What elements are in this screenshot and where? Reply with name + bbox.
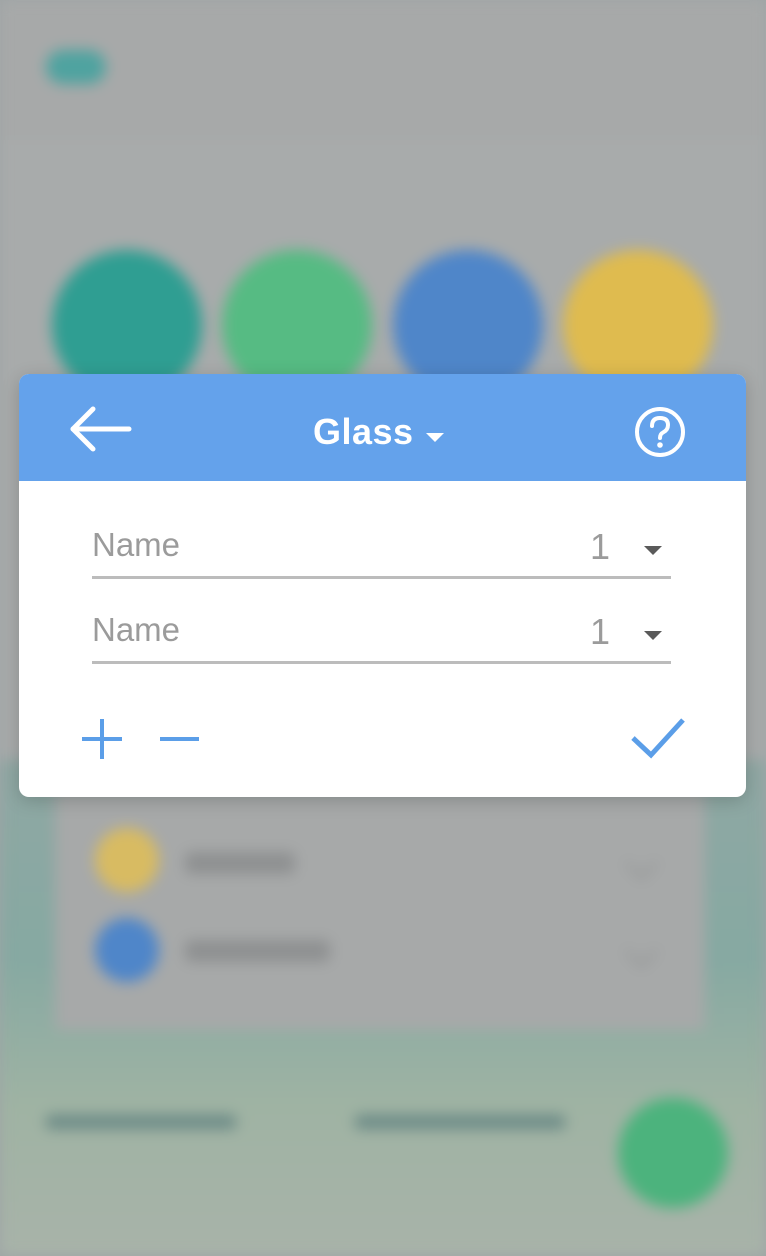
- question-circle-icon: [635, 407, 685, 457]
- caret-down-icon: [644, 546, 662, 555]
- background-stat-label: [46, 1115, 236, 1129]
- item-row: 1: [92, 609, 671, 664]
- caret-down-icon: [644, 631, 662, 640]
- add-items-dialog: Glass 1 1: [19, 374, 746, 797]
- add-row-button[interactable]: [79, 717, 125, 763]
- confirm-button[interactable]: [629, 714, 687, 762]
- background-fab: [618, 1098, 728, 1208]
- quantity-value: 1: [590, 611, 611, 652]
- background-list-card: [55, 790, 705, 1030]
- remove-row-button[interactable]: [157, 717, 203, 763]
- quantity-dropdown[interactable]: 1: [582, 524, 671, 576]
- background-list-dot: [95, 918, 159, 982]
- caret-down-icon: [425, 432, 444, 442]
- quantity-dropdown[interactable]: 1: [582, 609, 671, 661]
- background-back-icon: [46, 50, 106, 84]
- name-input[interactable]: [92, 611, 532, 649]
- dialog-header: Glass: [19, 374, 746, 481]
- background-list-text: [185, 940, 330, 962]
- background-list-dot: [95, 828, 159, 892]
- minus-icon: [160, 737, 199, 741]
- arrow-left-icon: [70, 406, 132, 452]
- back-button[interactable]: [67, 398, 137, 458]
- help-button[interactable]: [633, 405, 687, 459]
- background-stat-label: [355, 1115, 565, 1129]
- check-icon: [631, 718, 685, 759]
- name-input[interactable]: [92, 526, 532, 564]
- item-row: 1: [92, 524, 671, 579]
- background-list-text: [185, 852, 295, 874]
- background-toolbar: [0, 0, 766, 140]
- plus-icon: [82, 719, 122, 759]
- quantity-value: 1: [590, 526, 611, 567]
- category-dropdown[interactable]: Glass: [313, 410, 444, 454]
- dialog-title: Glass: [313, 411, 414, 452]
